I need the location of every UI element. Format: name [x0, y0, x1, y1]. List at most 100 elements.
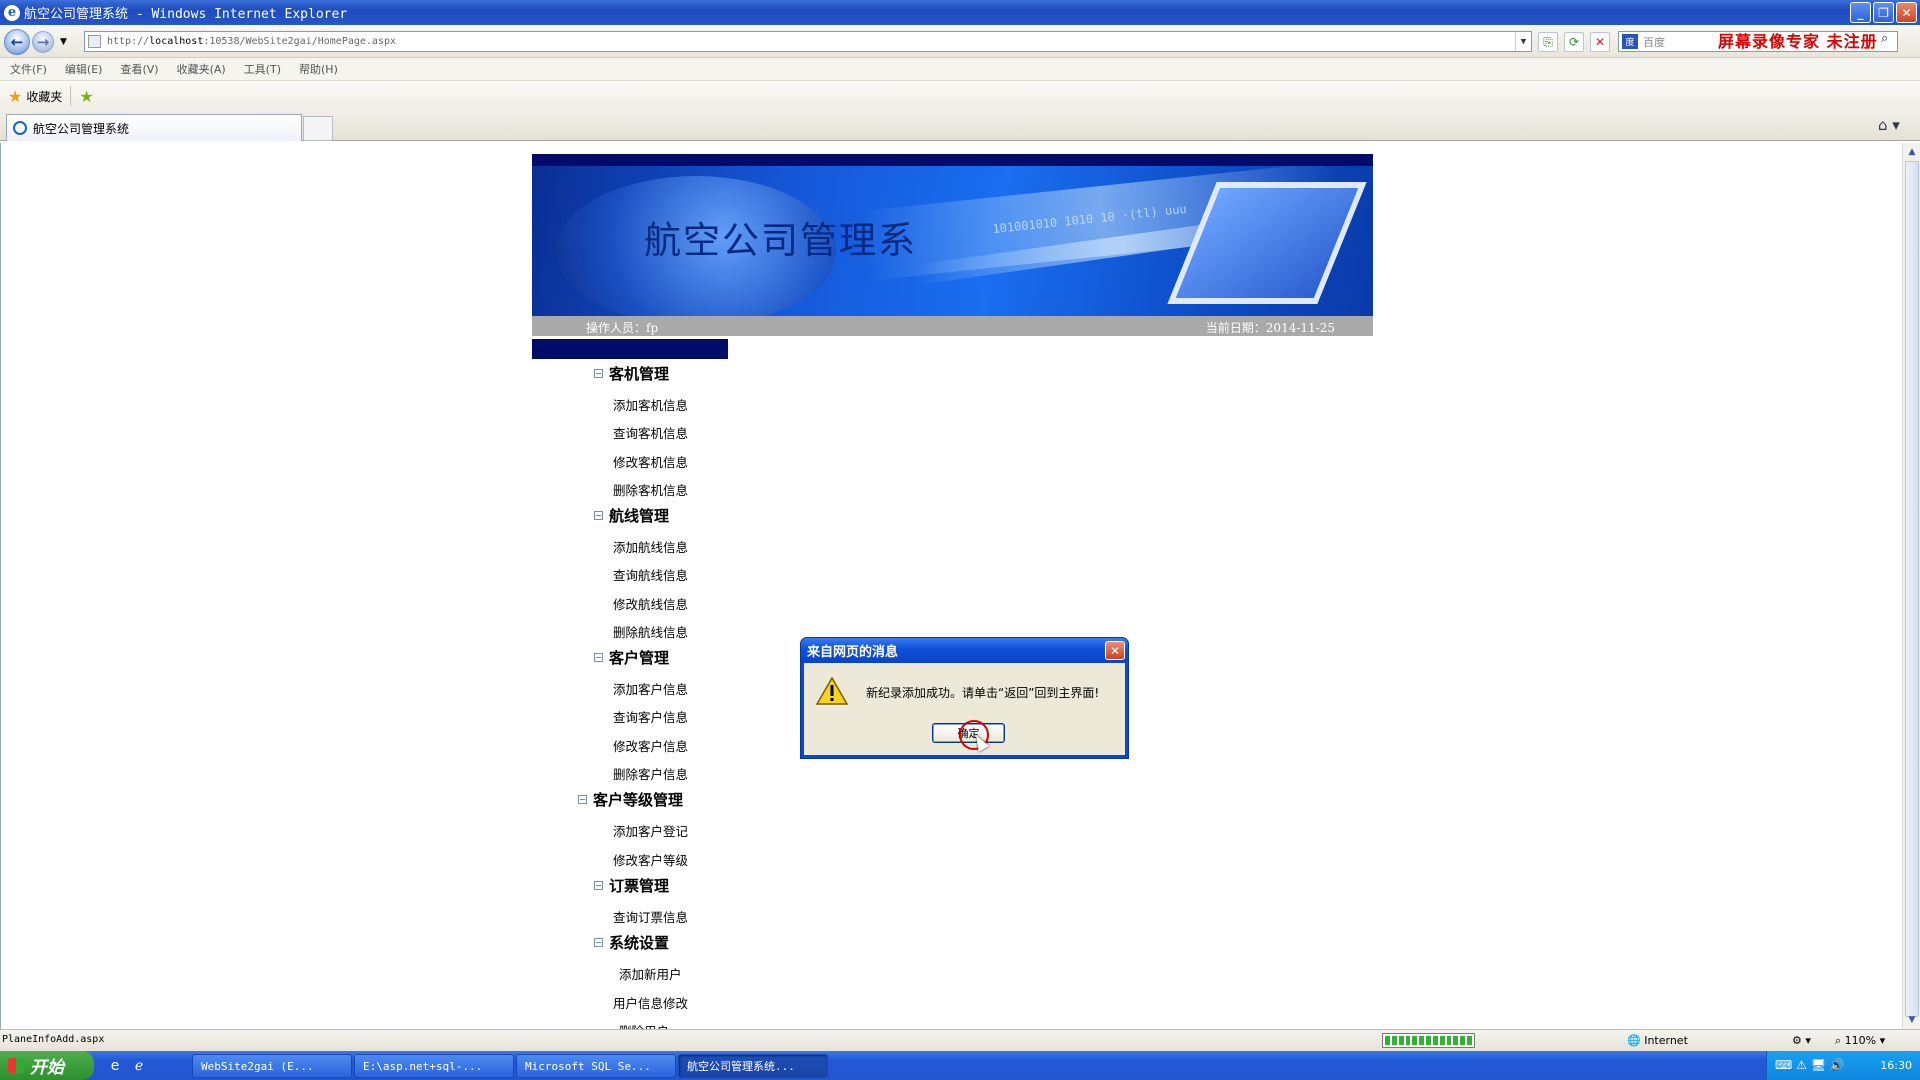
scroll-down-icon[interactable]: ▼	[1905, 1013, 1919, 1027]
collapse-icon[interactable]: −	[594, 938, 603, 947]
window-titlebar[interactable]: e 航空公司管理系统 - Windows Internet Explorer _…	[0, 0, 1920, 25]
tab-bar: 航空公司管理系统	[0, 111, 1920, 141]
home-icon[interactable]: ⌂ ▾	[1878, 116, 1900, 134]
ie-tab-icon	[13, 121, 27, 135]
nav-item-add-plane[interactable]: 添加客机信息	[613, 395, 688, 414]
ie-icon: e	[4, 4, 20, 21]
nav-group-label: 客户管理	[609, 649, 670, 667]
start-button[interactable]: 开始	[0, 1051, 94, 1080]
page-content: 101001010 1010 10 ·(tl) uuu 航空公司管理系 操作人员…	[0, 143, 1902, 1029]
baidu-icon: 度	[1622, 34, 1638, 49]
alert-dialog: 来自网页的消息 ✕ 新纪录添加成功。请单击“返回”回到主界面! 确定	[801, 638, 1128, 758]
scroll-up-icon[interactable]: ▲	[1905, 145, 1919, 159]
taskbar: 开始 e ℯ WebSite2gai (E... E:\asp.net+sql-…	[0, 1051, 1920, 1080]
quicklaunch-browser-icon[interactable]: ℯ	[130, 1057, 148, 1075]
nav-group-settings[interactable]: − 系统设置	[594, 932, 669, 953]
protected-mode-icon[interactable]: ⚙ ▾	[1792, 1034, 1811, 1047]
task-explorer-folder[interactable]: E:\asp.net+sql-...	[354, 1054, 514, 1078]
nav-group-booking[interactable]: − 订票管理	[594, 875, 669, 896]
back-button[interactable]: ←	[4, 29, 30, 55]
favorites-bar: ★ 收藏夹 ★	[0, 81, 1920, 111]
collapse-icon[interactable]: −	[594, 881, 603, 890]
favorites-divider	[70, 86, 72, 106]
menu-favorites[interactable]: 收藏夹(A)	[177, 61, 226, 77]
nav-item-delete-route[interactable]: 删除航线信息	[613, 622, 688, 641]
nav-group-plane[interactable]: − 客机管理	[594, 363, 669, 384]
maximize-button[interactable]: ❐	[1873, 2, 1894, 23]
nav-item-edit-customer[interactable]: 修改客户信息	[613, 736, 688, 755]
dialog-message: 新纪录添加成功。请单击“返回”回到主界面!	[866, 686, 1100, 700]
nav-group-label: 客户等级管理	[593, 791, 684, 809]
zoom-level: 110%	[1844, 1034, 1877, 1047]
history-dropdown-icon[interactable]: ▼	[60, 37, 67, 47]
nav-item-edit-user[interactable]: 用户信息修改	[613, 993, 688, 1012]
nav-item-delete-user[interactable]: 删除用户	[619, 1021, 669, 1029]
banner-title: 航空公司管理系	[644, 219, 917, 262]
nav-group-label: 系统设置	[609, 934, 670, 952]
scroll-thumb[interactable]	[1905, 161, 1919, 1017]
stop-icon[interactable]: ✕	[1590, 32, 1610, 52]
nav-item-query-booking[interactable]: 查询订票信息	[613, 907, 688, 926]
nav-group-label: 客机管理	[609, 365, 670, 383]
task-sql-server[interactable]: Microsoft SQL Se...	[516, 1054, 676, 1078]
nav-group-customer[interactable]: − 客户管理	[594, 647, 669, 668]
dialog-title: 来自网页的消息	[807, 645, 899, 660]
zoom-control[interactable]: ⌕ 110% ▾	[1835, 1034, 1885, 1048]
start-label: 开始	[30, 1058, 64, 1078]
nav-item-delete-plane[interactable]: 删除客机信息	[613, 480, 688, 499]
refresh-icon[interactable]: ⟳	[1564, 32, 1584, 52]
task-ie-airline[interactable]: 航空公司管理系统...	[678, 1054, 828, 1078]
nav-item-delete-customer[interactable]: 删除客户信息	[613, 764, 688, 783]
search-icon[interactable]: ⌕	[1881, 31, 1888, 46]
nav-item-add-route[interactable]: 添加航线信息	[613, 537, 688, 556]
collapse-icon[interactable]: −	[594, 511, 603, 520]
menu-tools[interactable]: 工具(T)	[244, 61, 281, 77]
warning-icon	[816, 676, 848, 705]
collapse-icon[interactable]: −	[578, 795, 587, 804]
favorites-button[interactable]: 收藏夹	[26, 88, 62, 105]
menu-help[interactable]: 帮助(H)	[299, 61, 338, 77]
loading-progress	[1382, 1033, 1475, 1048]
nav-item-edit-route[interactable]: 修改航线信息	[613, 594, 688, 613]
banner-top-strip	[532, 154, 1373, 166]
new-tab-button[interactable]	[303, 116, 333, 141]
menu-view[interactable]: 查看(V)	[120, 61, 158, 77]
address-dropdown-icon[interactable]: ▼	[1515, 32, 1531, 51]
nav-item-query-customer[interactable]: 查询客户信息	[613, 707, 688, 726]
nav-item-edit-plane[interactable]: 修改客机信息	[613, 452, 688, 471]
dialog-titlebar[interactable]: 来自网页的消息 ✕	[801, 638, 1128, 663]
nav-group-label: 订票管理	[609, 877, 670, 895]
forward-button[interactable]: →	[32, 31, 54, 53]
site-banner: 101001010 1010 10 ·(tl) uuu 航空公司管理系	[532, 166, 1373, 316]
nav-group-label: 航线管理	[609, 507, 670, 525]
nav-item-add-user[interactable]: 添加新用户	[619, 964, 682, 983]
url-prefix: http://	[107, 36, 150, 47]
nav-item-edit-customer-level[interactable]: 修改客户等级	[613, 850, 688, 869]
tray-icons[interactable]: ⌨ ⚠ 🖥 🔊	[1775, 1058, 1845, 1072]
status-bar: PlaneInfoAdd.aspx 🌐 Internet ⚙ ▾ ⌕ 110% …	[0, 1029, 1920, 1051]
compatibility-icon[interactable]: ⎘	[1538, 32, 1558, 52]
security-zone[interactable]: 🌐 Internet	[1627, 1034, 1688, 1047]
tab-label: 航空公司管理系统	[33, 121, 130, 136]
quicklaunch-ie-icon[interactable]: e	[106, 1057, 124, 1075]
collapse-icon[interactable]: −	[594, 369, 603, 378]
collapse-icon[interactable]: −	[594, 653, 603, 662]
nav-item-add-customer-level[interactable]: 添加客户登记	[613, 821, 688, 840]
nav-item-query-route[interactable]: 查询航线信息	[613, 565, 688, 584]
nav-item-add-customer[interactable]: 添加客户信息	[613, 679, 688, 698]
nav-item-query-plane[interactable]: 查询客机信息	[613, 423, 688, 442]
recorder-watermark: 屏幕录像专家 未注册	[1718, 32, 1878, 51]
menu-edit[interactable]: 编辑(E)	[65, 61, 103, 77]
tab-current[interactable]: 航空公司管理系统	[6, 114, 302, 141]
close-window-button[interactable]: ✕	[1896, 2, 1917, 23]
address-input[interactable]: http://localhost:10538/WebSite2gai/HomeP…	[84, 31, 1532, 52]
vertical-scrollbar[interactable]: ▲ ▼	[1902, 143, 1920, 1029]
nav-group-customer-level[interactable]: − 客户等级管理	[578, 789, 683, 810]
minimize-button[interactable]: _	[1850, 2, 1871, 23]
dialog-close-button[interactable]: ✕	[1105, 641, 1125, 660]
task-visual-studio[interactable]: WebSite2gai (E...	[192, 1054, 352, 1078]
nav-group-route[interactable]: − 航线管理	[594, 505, 669, 526]
info-bar: 操作人员：fp 当前日期：2014-11-25	[532, 316, 1373, 336]
menu-file[interactable]: 文件(F)	[10, 61, 47, 77]
add-favorite-icon[interactable]: ★	[79, 87, 93, 106]
